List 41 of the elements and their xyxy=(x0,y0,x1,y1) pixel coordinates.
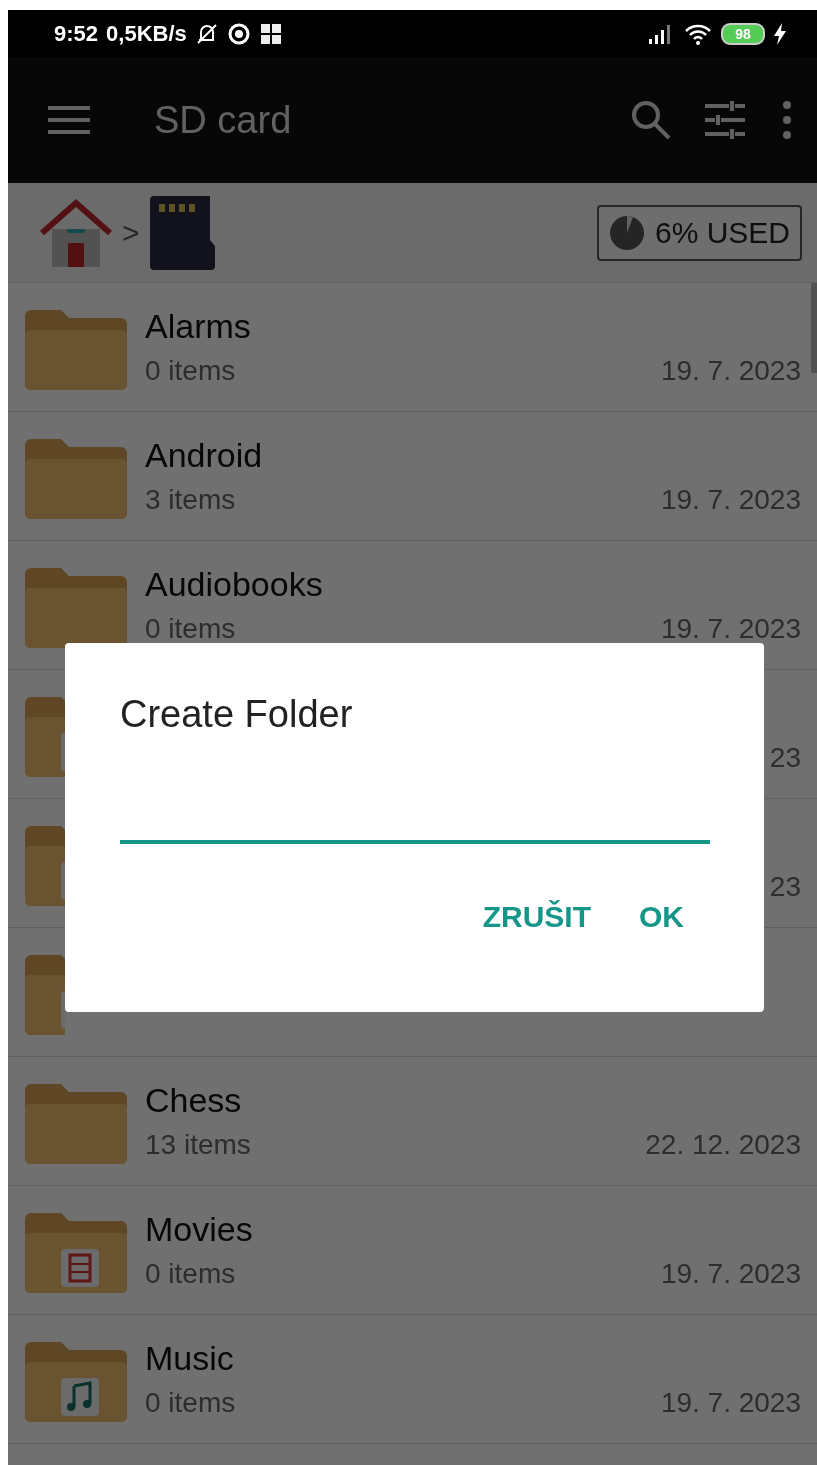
storage-usage-badge[interactable]: 6% USED xyxy=(596,204,802,261)
folder-name: Chess xyxy=(145,1081,243,1121)
modified-date: 19. 7. 2023 xyxy=(660,355,801,387)
clock-time: 9:52 xyxy=(54,20,99,47)
folder-name: Movies xyxy=(145,1210,254,1250)
pie-icon xyxy=(608,214,645,251)
window-icon xyxy=(258,21,283,46)
film-icon xyxy=(61,1249,99,1287)
modified-date: 19. 7. 2023 xyxy=(660,1258,801,1290)
folder-name: Alarms xyxy=(145,307,252,347)
toolbar-title: SD card xyxy=(154,98,293,142)
item-count: 0 items xyxy=(145,613,236,645)
folder-name: Android xyxy=(145,436,264,476)
sd-card-icon[interactable] xyxy=(149,195,216,270)
battery-level: 98 xyxy=(721,22,765,45)
modified-date: 19. 7. 2023 xyxy=(660,1387,801,1419)
item-count: 0 items xyxy=(145,355,236,387)
network-speed: 0,5KB/s xyxy=(106,20,187,47)
usage-label: 6% USED xyxy=(654,215,790,250)
breadcrumb-separator: > xyxy=(122,215,140,250)
modified-date: 23 xyxy=(769,871,801,903)
modified-date: 19. 7. 2023 xyxy=(660,613,801,645)
search-icon[interactable] xyxy=(629,98,673,142)
modified-date: 23 xyxy=(769,742,801,774)
item-count: 0 items xyxy=(145,1258,236,1290)
circle-icon xyxy=(226,21,251,46)
sliders-icon[interactable] xyxy=(703,100,747,140)
folder-name: Music xyxy=(145,1339,235,1379)
modified-date: 19. 7. 2023 xyxy=(660,484,801,516)
dialog-button[interactable]: OK xyxy=(633,896,690,938)
modified-date: 22. 12. 2023 xyxy=(645,1129,801,1161)
folder-name: Audiobooks xyxy=(145,565,324,605)
item-count: 0 items xyxy=(145,1387,236,1419)
menu-icon[interactable] xyxy=(48,105,90,135)
item-count: 3 items xyxy=(145,484,236,516)
charging-icon xyxy=(773,21,787,46)
music-note-icon xyxy=(61,1378,99,1416)
home-icon[interactable] xyxy=(40,196,112,269)
item-count: 13 items xyxy=(145,1129,251,1161)
dialog-button[interactable]: ZRUŠIT xyxy=(476,896,597,938)
dialog-title: Create Folder xyxy=(120,693,354,736)
